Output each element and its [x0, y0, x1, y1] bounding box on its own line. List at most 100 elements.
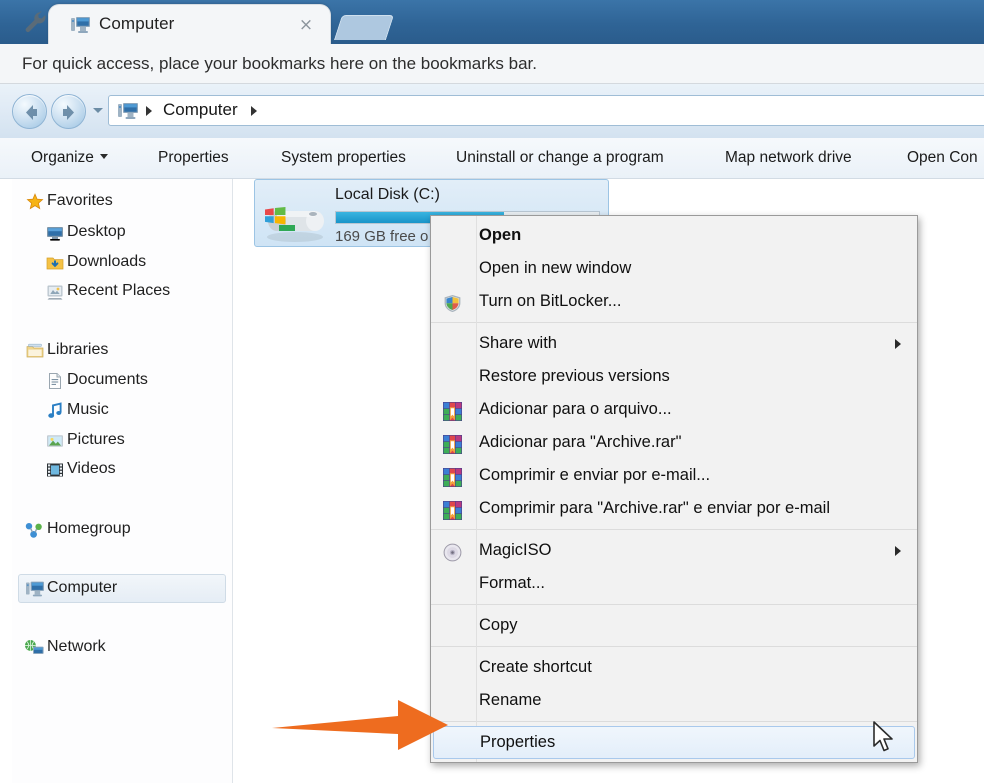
context-menu-item-adicionar-para-o-arquivo[interactable]: Adicionar para o arquivo...	[431, 393, 917, 426]
command-organize[interactable]: Organize	[31, 138, 108, 167]
breadcrumb-separator-icon[interactable]	[251, 106, 257, 116]
sidebar-item-label: Network	[47, 638, 106, 655]
network-icon	[24, 639, 44, 657]
command-uninstall-or-change-a-program[interactable]: Uninstall or change a program	[456, 138, 664, 167]
context-menu-item-label: Comprimir e enviar por e-mail...	[479, 466, 711, 484]
context-menu-item-magiciso[interactable]: MagicISO	[431, 534, 917, 567]
context-menu-item-create-shortcut[interactable]: Create shortcut	[431, 651, 917, 684]
context-menu-item-comprimir-para-archive-rar-e-enviar-por-e-mail[interactable]: Comprimir para "Archive.rar" e enviar po…	[431, 492, 917, 525]
context-menu-item-format[interactable]: Format...	[431, 567, 917, 600]
context-menu-item-label: Create shortcut	[479, 658, 592, 676]
context-menu-item-label: Turn on BitLocker...	[479, 292, 622, 310]
breadcrumb-separator-icon	[146, 106, 152, 116]
context-menu: Open Open in new window Turn on BitLocker.…	[430, 215, 918, 763]
context-menu-separator	[431, 604, 917, 605]
sidebar-item-label: Favorites	[47, 192, 113, 209]
command-system-properties[interactable]: System properties	[281, 138, 406, 167]
sidebar-item-homegroup[interactable]: Homegroup	[47, 520, 131, 538]
wrench-icon[interactable]	[22, 9, 48, 35]
command-bar: Organize Properties System properties Unins…	[0, 138, 984, 179]
context-menu-item-label: Share with	[479, 334, 557, 352]
context-menu-item-label: Copy	[479, 616, 518, 634]
context-menu-item-turn-on-bitlocker[interactable]: Turn on BitLocker...	[431, 285, 917, 318]
new-tab-button[interactable]	[333, 15, 395, 40]
browser-tab[interactable]: Computer ×	[48, 4, 331, 44]
context-menu-item-copy[interactable]: Copy	[431, 609, 917, 642]
context-menu-item-label: Rename	[479, 691, 542, 709]
command-map-network-drive[interactable]: Map network drive	[725, 138, 852, 167]
context-menu-separator	[431, 646, 917, 647]
context-menu-item-label: Restore previous versions	[479, 367, 670, 385]
command-label: Map network drive	[725, 149, 852, 166]
sidebar-item-network[interactable]: Network	[47, 638, 106, 656]
sidebar-item-videos[interactable]: Videos	[67, 460, 116, 478]
context-menu-item-rename[interactable]: Rename	[431, 684, 917, 717]
context-menu-item-share-with[interactable]: Share with	[431, 327, 917, 360]
command-label: Uninstall or change a program	[456, 149, 664, 166]
context-menu-item-label: Properties	[480, 733, 556, 751]
sidebar-item-label: Recent Places	[67, 282, 171, 299]
context-menu-item-restore-previous-versions[interactable]: Restore previous versions	[431, 360, 917, 393]
sidebar-item-label: Libraries	[47, 341, 109, 358]
context-menu-item-properties[interactable]: Properties	[433, 726, 915, 759]
mouse-cursor-icon	[872, 721, 896, 759]
bookmarks-hint-text: For quick access, place your bookmarks h…	[22, 54, 537, 73]
command-properties[interactable]: Properties	[158, 138, 229, 167]
sidebar-item-label: Videos	[67, 460, 116, 477]
sidebar-item-label: Documents	[67, 371, 148, 388]
tab-title: Computer	[99, 14, 175, 33]
bookmarks-bar: For quick access, place your bookmarks h…	[0, 44, 984, 84]
sidebar-item-recent-places[interactable]: Recent Places	[67, 282, 170, 300]
chevron-down-icon	[99, 154, 108, 159]
context-menu-item-label: Open	[479, 226, 522, 244]
context-menu-item-open[interactable]: Open	[431, 219, 917, 252]
sidebar-item-label: Downloads	[67, 253, 147, 270]
computer-icon	[71, 16, 90, 33]
winrar-icon	[443, 400, 462, 421]
sidebar-item-label: Computer	[47, 579, 118, 596]
context-menu-item-label: Comprimir para "Archive.rar" e enviar po…	[479, 499, 830, 517]
address-bar[interactable]: Computer	[108, 95, 984, 126]
homegroup-icon	[24, 521, 42, 539]
context-menu-item-comprimir-e-enviar-por-e-mail[interactable]: Comprimir e enviar por e-mail...	[431, 459, 917, 492]
sidebar-item-pictures[interactable]: Pictures	[67, 431, 125, 449]
winrar-icon	[443, 433, 462, 454]
sidebar-item-desktop[interactable]: Desktop	[67, 223, 126, 241]
drive-name-label: Local Disk (C:)	[335, 186, 440, 203]
music-note-icon	[46, 402, 64, 420]
sidebar-item-libraries[interactable]: Libraries	[47, 341, 108, 359]
command-open-con[interactable]: Open Con	[907, 138, 978, 167]
context-menu-item-label: Open in new window	[479, 259, 632, 277]
hard-drive-icon	[263, 197, 327, 245]
forward-button[interactable]	[51, 94, 86, 129]
sidebar-item-label: Music	[67, 401, 109, 418]
command-label: System properties	[281, 149, 406, 166]
command-label: Open Con	[907, 149, 978, 166]
submenu-arrow-icon	[895, 546, 901, 556]
sidebar-item-downloads[interactable]: Downloads	[67, 253, 146, 271]
navigation-bar: Computer	[0, 84, 984, 138]
sidebar-item-documents[interactable]: Documents	[67, 371, 148, 389]
context-menu-separator	[431, 721, 917, 722]
uac-shield-icon	[443, 292, 462, 312]
winrar-icon	[443, 499, 462, 520]
breadcrumb[interactable]: Computer	[163, 100, 238, 120]
context-menu-separator	[431, 322, 917, 323]
context-menu-item-label: Format...	[479, 574, 546, 592]
sidebar-item-favorites[interactable]: Favorites	[47, 192, 113, 210]
context-menu-separator	[431, 529, 917, 530]
back-button[interactable]	[12, 94, 47, 129]
context-menu-item-open-in-new-window[interactable]: Open in new window	[431, 252, 917, 285]
cd-disc-icon	[443, 541, 462, 562]
sidebar-item-music[interactable]: Music	[67, 401, 109, 419]
sidebar-item-computer[interactable]: Computer	[47, 579, 117, 597]
drive-free-space-label: 169 GB free o	[335, 228, 429, 245]
navigation-pane: Favorites Desktop Downloads Recent Places Li…	[12, 179, 233, 783]
chevron-down-icon[interactable]	[93, 108, 103, 113]
close-icon[interactable]: ×	[297, 16, 315, 34]
computer-icon	[26, 580, 44, 598]
annotation-arrow-icon	[270, 694, 460, 761]
computer-icon	[118, 102, 138, 120]
context-menu-item-adicionar-para-archive-rar[interactable]: Adicionar para "Archive.rar"	[431, 426, 917, 459]
command-label: Properties	[158, 149, 229, 166]
